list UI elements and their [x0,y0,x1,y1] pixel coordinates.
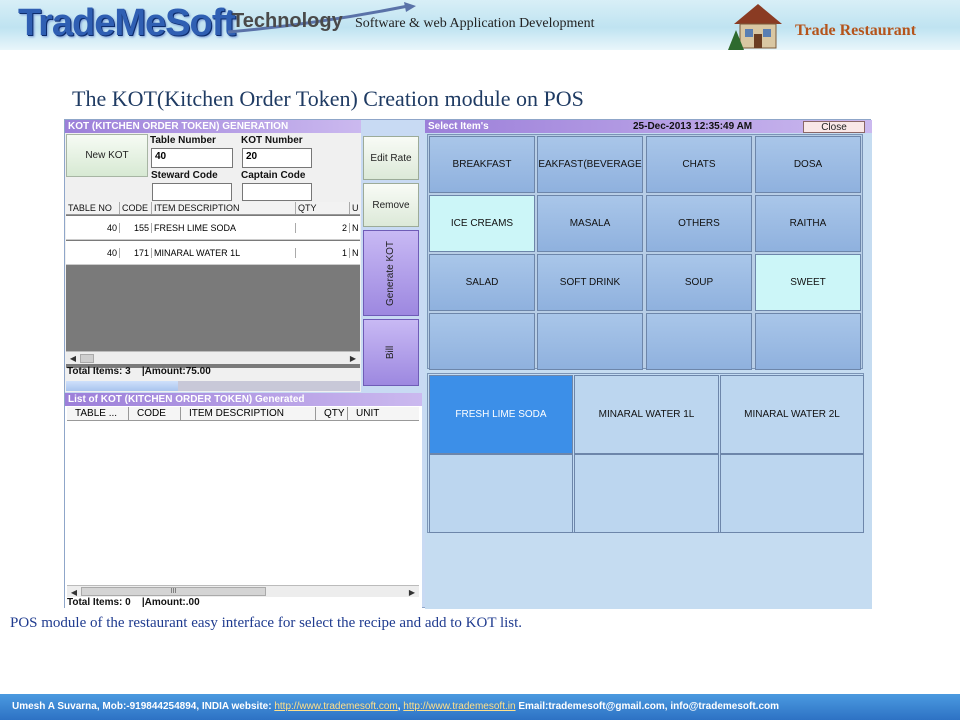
scroll-left-icon[interactable]: ◀ [67,353,79,364]
item-empty[interactable] [574,454,719,533]
scroll-right-icon[interactable]: ▶ [347,353,359,364]
trademesoft-logo: TradeMeSoft [18,2,236,44]
item-empty[interactable] [429,454,573,533]
kot-grid-scrollbar[interactable]: ◀ ▶ [66,351,360,364]
col-table-no[interactable]: TABLE NO [66,202,120,214]
kot-list-totals: Total Items: 0 |Amount:.00 [67,597,419,609]
kot-generation-panel: KOT (KITCHEN ORDER TOKEN) GENERATION New… [65,120,361,392]
category-raitha[interactable]: RAITHA [755,195,861,252]
footer-contact: Umesh A Suvarna, Mob:-919844254894, INDI… [12,701,275,712]
category-others[interactable]: OTHERS [646,195,752,252]
cell-table: 40 [66,247,120,258]
item-mineral-water-1l[interactable]: MINARAL WATER 1L [574,375,719,454]
category-salad[interactable]: SALAD [429,254,535,311]
category-empty[interactable] [646,313,752,370]
table-row[interactable]: 40 171 MINARAL WATER 1L 1 N [66,241,360,265]
cell-desc: FRESH LIME SODA [152,222,296,233]
col-unit[interactable]: UNIT [348,407,419,420]
item-mineral-water-2l[interactable]: MINARAL WATER 2L [720,375,864,454]
pos-window: KOT (KITCHEN ORDER TOKEN) GENERATION New… [64,119,872,609]
steward-code-field[interactable] [152,183,232,201]
item-empty[interactable] [720,454,864,533]
new-kot-button[interactable]: New KOT [66,134,148,177]
generate-kot-label: Generate KOT [385,240,397,306]
total-amount: |Amount:75.00 [141,366,211,377]
col-unit[interactable]: U [350,202,360,214]
category-soft-drink[interactable]: SOFT DRINK [537,254,643,311]
footer-email: Email:trademesoft@gmail.com, info@tradem… [515,701,780,712]
kot-number-field[interactable]: 20 [242,148,312,168]
edit-rate-button[interactable]: Edit Rate [363,136,419,180]
cell-unit: N [352,247,359,258]
kot-panel-title: KOT (KITCHEN ORDER TOKEN) GENERATION [65,120,361,133]
category-breakfast-beverage[interactable]: EAKFAST(BEVERAGE [537,136,643,193]
cell-desc: MINARAL WATER 1L [152,247,296,258]
col-code[interactable]: CODE [129,407,181,420]
cell-code: 155 [120,222,152,233]
remove-button[interactable]: Remove [363,183,419,227]
category-sweet[interactable]: SWEET [755,254,861,311]
bill-button[interactable]: Bill [363,319,419,386]
category-soup[interactable]: SOUP [646,254,752,311]
progress-fill [66,381,178,391]
list-total-amount: |Amount:.00 [141,597,200,608]
total-items: Total Items: 3 [67,366,131,377]
website-in-link[interactable]: http://www.trademesoft.in [403,701,515,712]
logo-technology-text: Technology [232,10,343,32]
category-empty[interactable] [537,313,643,370]
category-breakfast[interactable]: BREAKFAST [429,136,535,193]
item-grid: FRESH LIME SODA MINARAL WATER 1L MINARAL… [427,373,864,533]
col-item-description[interactable]: ITEM DESCRIPTION [152,202,296,214]
table-number-field[interactable]: 40 [151,148,233,168]
table-number-label: Table Number [150,135,216,146]
col-code[interactable]: CODE [120,202,152,214]
page-title: The KOT(Kitchen Order Token) Creation mo… [72,86,584,111]
kot-totals: Total Items: 3 |Amount:75.00 [66,366,360,379]
category-chats[interactable]: CHATS [646,136,752,193]
cell-table: 40 [66,222,120,233]
captain-code-label: Captain Code [241,170,306,181]
house-icon [728,4,782,50]
scroll-thumb[interactable]: III [81,587,266,596]
close-button[interactable]: Close [803,121,865,133]
table-row[interactable]: 40 155 FRESH LIME SODA 2 N [66,216,360,240]
kot-list-panel: List of KOT (KITCHEN ORDER TOKEN) Genera… [65,393,422,609]
kot-number-label: KOT Number [241,135,303,146]
kot-items-grid[interactable]: TABLE NO CODE ITEM DESCRIPTION QTY U 40 … [66,202,360,368]
datetime-label: 25-Dec-2013 12:35:49 AM [633,121,753,132]
kot-list-scrollbar[interactable]: ◀ III ▶ [67,585,419,597]
tagline: Software & web Application Development [355,16,595,31]
category-dosa[interactable]: DOSA [755,136,861,193]
cell-qty: 2 [296,222,350,233]
category-empty[interactable] [429,313,535,370]
footer-bar: Umesh A Suvarna, Mob:-919844254894, INDI… [0,694,960,720]
category-grid: BREAKFAST EAKFAST(BEVERAGE CHATS DOSA IC… [427,134,863,370]
col-item-description[interactable]: ITEM DESCRIPTION [181,407,316,420]
bill-label: Bill [385,345,397,360]
generate-kot-button[interactable]: Generate KOT [363,230,419,316]
cell-qty: 1 [296,247,350,258]
category-empty[interactable] [755,313,861,370]
kot-grid-header: TABLE NO CODE ITEM DESCRIPTION QTY U [66,202,360,215]
captain-code-field[interactable] [242,183,312,201]
col-qty[interactable]: QTY [316,407,348,420]
slide-caption: POS module of the restaurant easy interf… [10,615,523,631]
list-total-items: Total Items: 0 [67,597,131,608]
cell-unit: N [352,222,359,233]
kot-list-header: TABLE ... CODE ITEM DESCRIPTION QTY UNIT [67,407,419,421]
scroll-thumb[interactable] [80,354,94,363]
steward-code-label: Steward Code [151,170,218,181]
kot-list-title: List of KOT (KITCHEN ORDER TOKEN) Genera… [65,393,422,406]
item-fresh-lime-soda[interactable]: FRESH LIME SODA [429,375,573,454]
category-ice-creams[interactable]: ICE CREAMS [429,195,535,252]
cell-code: 171 [120,247,152,258]
col-qty[interactable]: QTY [296,202,350,214]
select-items-panel: Select Item's 25-Dec-2013 12:35:49 AM Cl… [425,120,872,609]
category-masala[interactable]: MASALA [537,195,643,252]
kot-progress-bar [66,381,360,391]
col-table[interactable]: TABLE ... [67,407,129,420]
trade-restaurant-label: Trade Restaurant [795,22,917,39]
website-com-link[interactable]: http://www.trademesoft.com [274,701,397,712]
